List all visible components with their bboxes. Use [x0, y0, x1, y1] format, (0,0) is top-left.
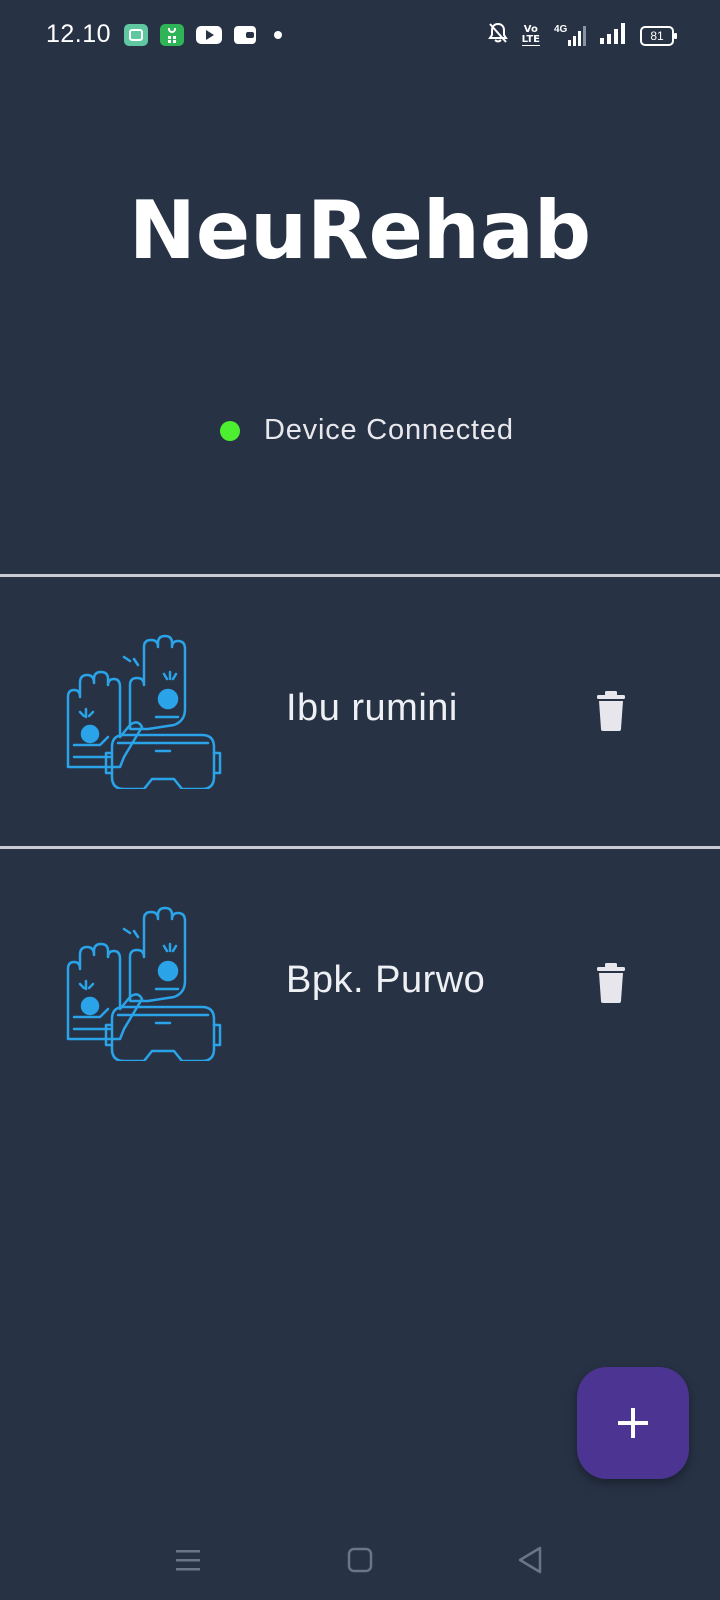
battery-icon: 81	[640, 25, 677, 46]
back-icon[interactable]	[512, 1542, 548, 1578]
more-notifications-dot	[274, 31, 282, 39]
trash-icon[interactable]	[594, 963, 628, 1003]
connection-status: Device Connected	[220, 414, 514, 447]
plus-icon	[618, 1408, 648, 1438]
connection-status-text: Device Connected	[264, 414, 514, 446]
gallery-app-icon	[124, 24, 148, 46]
wallet-icon	[234, 26, 256, 44]
signal-4g-icon: 4G	[554, 24, 586, 48]
shopping-app-icon	[160, 24, 184, 46]
menu-icon[interactable]	[170, 1542, 206, 1578]
signal-icon	[600, 22, 626, 49]
volte-icon: Vo LTE	[521, 24, 540, 46]
patient-name: Ibu rumini	[286, 687, 458, 729]
status-bar: 12.10 Vo LTE 4G 81	[0, 0, 720, 72]
youtube-icon	[196, 26, 222, 44]
patient-name: Bpk. Purwo	[286, 959, 486, 1001]
add-patient-button[interactable]	[577, 1367, 689, 1479]
trash-icon[interactable]	[594, 691, 628, 731]
home-icon[interactable]	[342, 1542, 378, 1578]
rehab-gloves-vr-icon	[60, 617, 232, 791]
patient-list-item[interactable]: Ibu rumini	[0, 577, 720, 837]
connected-indicator-dot	[220, 420, 240, 441]
system-navigation-bar	[0, 1520, 720, 1600]
status-time: 12.10	[46, 20, 112, 48]
notification-icons	[124, 24, 282, 46]
patient-list-item[interactable]: Bpk. Purwo	[0, 849, 720, 1109]
rehab-gloves-vr-icon	[60, 889, 232, 1063]
app-title: NeuRehab	[128, 184, 592, 277]
system-status-icons: Vo LTE 4G 81	[487, 22, 677, 49]
mute-bell-icon	[487, 22, 508, 49]
